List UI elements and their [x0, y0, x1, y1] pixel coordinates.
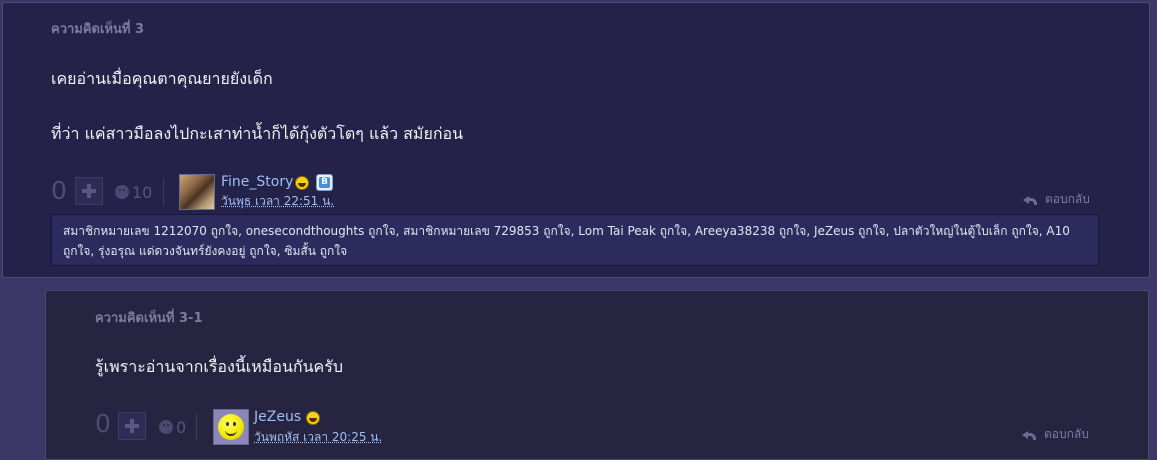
vote-count: 0: [51, 176, 67, 205]
emotion-count[interactable]: 10: [132, 183, 152, 202]
blog-badge-icon[interactable]: B: [316, 174, 333, 191]
laugh-emoji-icon: [295, 176, 309, 190]
user-avatar[interactable]: [179, 174, 215, 210]
comment-number-label: ความคิดเห็นที่ 3: [51, 22, 145, 37]
vote-count: 0: [95, 409, 111, 438]
user-avatar[interactable]: [213, 409, 249, 445]
username-link[interactable]: JeZeus: [254, 409, 301, 425]
divider: [196, 413, 197, 441]
reply-icon: [1023, 195, 1037, 205]
reply-button[interactable]: ตอบกลับ: [1023, 190, 1090, 209]
reply-button[interactable]: ตอบกลับ: [1022, 425, 1089, 444]
comment-number-label: ความคิดเห็นที่ 3-1: [95, 311, 203, 326]
comment-timestamp[interactable]: วันพฤหัส เวลา 20:25 น.: [254, 428, 382, 447]
comment-card: ความคิดเห็นที่ 3 เคยอ่านเมื่อคุณตาคุณยาย…: [2, 2, 1150, 278]
likes-list: สมาชิกหมายเลข 1212070 ถูกใจ, onesecondth…: [51, 214, 1099, 266]
comment-text-line: เคยอ่านเมื่อคุณตาคุณยายยังเด็ก: [51, 69, 273, 88]
comment-text-line: รู้เพราะอ่านจากเรื่องนี้เหมือนกันครับ: [95, 357, 343, 376]
reply-label: ตอบกลับ: [1045, 192, 1090, 206]
vote-plus-button[interactable]: [75, 177, 103, 205]
reply-icon: [1022, 430, 1036, 440]
divider: [163, 178, 164, 206]
laugh-emoji-icon: [306, 411, 320, 425]
emotion-count[interactable]: 0: [176, 418, 186, 437]
emotion-icon[interactable]: [159, 420, 173, 434]
reply-comment-card: ความคิดเห็นที่ 3-1 รู้เพราะอ่านจากเรื่อง…: [45, 290, 1149, 460]
emotion-icon[interactable]: [115, 185, 129, 199]
username-link[interactable]: Fine_Story: [221, 174, 293, 190]
reply-label: ตอบกลับ: [1044, 427, 1089, 441]
vote-plus-button[interactable]: [118, 412, 146, 440]
comment-timestamp[interactable]: วันพุธ เวลา 22:51 น.: [221, 192, 334, 211]
comment-text-line: ที่ว่า แค่สาวมือลงไปกะเสาท่าน้ำก็ได้กุ้ง…: [51, 124, 464, 143]
